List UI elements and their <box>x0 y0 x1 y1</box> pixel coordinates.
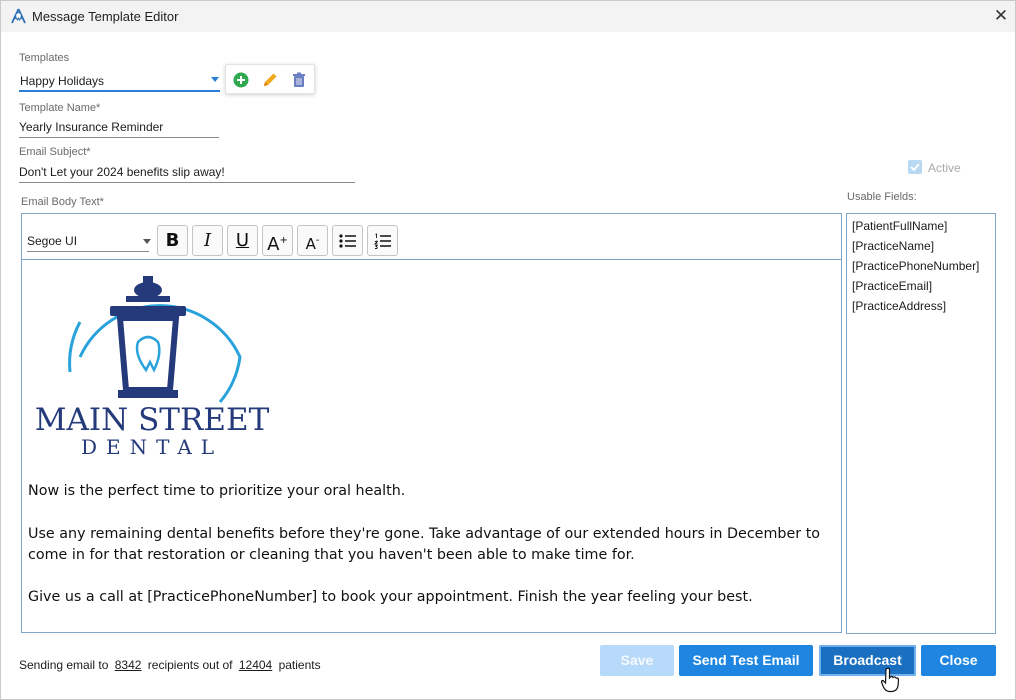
bold-button[interactable]: B <box>157 225 188 256</box>
logo-text-main-street: MAIN STREET <box>35 402 270 438</box>
body-paragraph: Now is the perfect time to prioritize yo… <box>28 483 406 499</box>
recipient-summary-suffix: patients <box>278 658 321 672</box>
templates-selected-value: Happy Holidays <box>20 74 105 88</box>
font-family-value: Segoe UI <box>27 234 78 248</box>
usable-field-item[interactable]: [PracticeEmail] <box>852 279 932 293</box>
add-icon[interactable] <box>232 71 250 89</box>
active-checkbox[interactable]: Active <box>906 158 976 176</box>
usable-field-item[interactable]: [PracticePhoneNumber] <box>852 259 979 273</box>
template-name-value: Yearly Insurance Reminder <box>19 120 164 134</box>
bullet-list-button[interactable] <box>332 225 363 256</box>
font-family-dropdown[interactable]: Segoe UI <box>27 233 151 252</box>
usable-field-item[interactable]: [PracticeName] <box>852 239 934 253</box>
templates-underline <box>19 90 220 92</box>
window-title: Message Template Editor <box>32 9 179 24</box>
title-bar: Message Template Editor ✕ <box>1 1 1015 32</box>
body-paragraph: Give us a call at [PracticePhoneNumber] … <box>28 589 753 605</box>
underline-button[interactable]: U <box>227 225 258 256</box>
numbered-list-icon <box>373 233 391 249</box>
template-name-underline <box>19 137 219 138</box>
templates-label: Templates <box>19 52 70 64</box>
decrease-font-size-button[interactable]: A- <box>297 225 328 256</box>
checkbox-box <box>908 160 922 174</box>
total-patients-link[interactable]: 12404 <box>239 658 272 672</box>
close-button[interactable]: Close <box>921 645 996 676</box>
usable-fields-label: Usable Fields: <box>847 191 917 203</box>
numbered-list-button[interactable] <box>367 225 398 256</box>
message-template-editor-window: Message Template Editor ✕ Templates Happ… <box>0 0 1016 700</box>
bullet-list-icon <box>338 234 356 248</box>
delete-trash-icon[interactable] <box>290 71 308 89</box>
broadcast-button[interactable]: Broadcast <box>819 645 916 676</box>
usable-field-item[interactable]: [PatientFullName] <box>852 219 947 233</box>
email-subject-value: Don't Let your 2024 benefits slip away! <box>19 165 225 179</box>
template-name-field[interactable]: Yearly Insurance Reminder <box>19 118 219 139</box>
recipient-count-link[interactable]: 8342 <box>115 658 142 672</box>
increase-font-size-button[interactable]: A+ <box>262 225 293 256</box>
active-label: Active <box>928 161 961 175</box>
main-street-dental-logo: MAIN STREET DENTAL <box>35 276 270 459</box>
email-subject-field[interactable]: Don't Let your 2024 benefits slip away! <box>19 163 355 184</box>
chevron-down-icon <box>143 239 151 244</box>
templates-dropdown[interactable]: Happy Holidays <box>19 71 220 92</box>
usable-field-item[interactable]: [PracticeAddress] <box>852 299 946 313</box>
hand-pointer-icon <box>880 667 900 693</box>
close-icon[interactable]: ✕ <box>990 6 1012 26</box>
italic-button[interactable]: I <box>192 225 223 256</box>
recipient-summary: Sending email to 8342 recipients out of … <box>19 658 321 672</box>
logo-text-dental: DENTAL <box>81 435 223 459</box>
chevron-down-icon <box>211 77 219 82</box>
email-subject-label: Email Subject* <box>19 146 91 158</box>
body-paragraph: Use any remaining dental benefits before… <box>28 526 821 563</box>
recipient-summary-middle: recipients out of <box>147 658 233 672</box>
email-subject-underline <box>19 182 355 183</box>
email-body-label: Email Body Text* <box>21 196 104 208</box>
usable-fields-list: [PatientFullName] [PracticeName] [Practi… <box>846 213 996 634</box>
app-logo-icon <box>11 8 26 24</box>
save-button[interactable]: Save <box>600 645 674 676</box>
email-body-editor: Segoe UI B I U A+ A- MAIN STREET DENTAL … <box>21 213 842 633</box>
recipient-summary-prefix: Sending email to <box>19 658 109 672</box>
send-test-email-button[interactable]: Send Test Email <box>679 645 813 676</box>
checkmark-icon <box>910 163 920 172</box>
email-body-content[interactable]: MAIN STREET DENTAL Now is the perfect ti… <box>22 260 841 632</box>
edit-pencil-icon[interactable] <box>261 71 279 89</box>
rich-text-toolbar: Segoe UI B I U A+ A- <box>22 214 841 260</box>
font-family-underline <box>27 251 149 252</box>
template-actions-toolbar <box>225 64 315 94</box>
template-name-label: Template Name* <box>19 102 101 114</box>
